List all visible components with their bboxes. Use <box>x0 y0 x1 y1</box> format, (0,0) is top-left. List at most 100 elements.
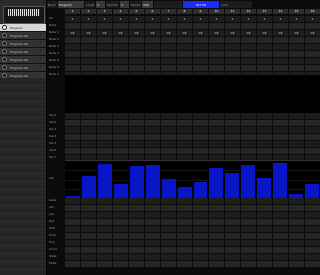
step-cell[interactable] <box>129 219 144 225</box>
step-cell[interactable] <box>161 65 176 71</box>
step-cell[interactable] <box>305 148 320 154</box>
step-cell[interactable] <box>113 23 128 29</box>
column-header[interactable]: 10 <box>209 9 224 14</box>
step-cell[interactable] <box>129 51 144 57</box>
step-cell[interactable] <box>97 23 112 29</box>
step-cell[interactable] <box>193 58 208 64</box>
step-cell[interactable] <box>161 127 176 133</box>
step-cell[interactable] <box>305 261 320 267</box>
step-cell[interactable] <box>257 254 272 260</box>
step-cell[interactable] <box>65 44 80 50</box>
column-header[interactable]: 8 <box>177 9 192 14</box>
step-cell[interactable] <box>289 127 304 133</box>
step-cell[interactable] <box>81 233 96 239</box>
column-header[interactable]: 15 <box>289 9 304 14</box>
step-cell[interactable] <box>305 141 320 147</box>
step-cell[interactable] <box>161 23 176 29</box>
step-cell[interactable] <box>241 233 256 239</box>
velocity-bar[interactable] <box>129 166 144 198</box>
step-cell[interactable] <box>177 120 192 126</box>
step-cell[interactable] <box>305 198 320 204</box>
step-cell[interactable] <box>65 127 80 133</box>
step-cell[interactable] <box>273 120 288 126</box>
tempo-value[interactable]: 120 <box>142 1 153 8</box>
step-cell[interactable] <box>193 254 208 260</box>
step-cell[interactable] <box>273 44 288 50</box>
step-cell[interactable] <box>177 226 192 232</box>
step-cell[interactable] <box>257 233 272 239</box>
step-cell[interactable]: 1 <box>177 16 192 22</box>
step-cell[interactable] <box>273 254 288 260</box>
step-cell[interactable] <box>305 247 320 253</box>
step-cell[interactable] <box>65 65 80 71</box>
step-cell[interactable] <box>241 65 256 71</box>
step-cell[interactable] <box>225 148 240 154</box>
step-cell[interactable] <box>65 219 80 225</box>
step-cell[interactable] <box>305 58 320 64</box>
step-cell[interactable] <box>81 219 96 225</box>
step-cell[interactable] <box>97 65 112 71</box>
step-cell[interactable] <box>161 44 176 50</box>
step-cell[interactable] <box>161 233 176 239</box>
step-cell[interactable] <box>65 212 80 218</box>
step-cell[interactable] <box>241 44 256 50</box>
step-cell[interactable] <box>177 51 192 57</box>
step-cell[interactable] <box>305 37 320 43</box>
automation-lane-empty[interactable] <box>65 74 320 114</box>
step-cell[interactable] <box>177 261 192 267</box>
step-cell[interactable] <box>273 134 288 140</box>
step-cell[interactable] <box>193 240 208 246</box>
step-cell[interactable] <box>113 141 128 147</box>
step-cell[interactable]: C4 <box>273 30 288 36</box>
step-cell[interactable] <box>273 198 288 204</box>
step-cell[interactable] <box>97 198 112 204</box>
step-cell[interactable] <box>289 65 304 71</box>
step-cell[interactable] <box>241 141 256 147</box>
step-cell[interactable] <box>177 65 192 71</box>
step-cell[interactable] <box>241 212 256 218</box>
step-cell[interactable] <box>209 65 224 71</box>
column-header[interactable]: 5 <box>129 9 144 14</box>
step-cell[interactable] <box>81 65 96 71</box>
step-cell[interactable] <box>113 205 128 211</box>
step-cell[interactable]: 1 <box>225 16 240 22</box>
step-cell[interactable] <box>257 51 272 57</box>
step-cell[interactable] <box>145 44 160 50</box>
step-cell[interactable] <box>193 44 208 50</box>
step-cell[interactable]: C4 <box>113 30 128 36</box>
step-cell[interactable] <box>305 205 320 211</box>
step-cell[interactable] <box>305 212 320 218</box>
step-cell[interactable] <box>289 44 304 50</box>
step-cell[interactable] <box>257 198 272 204</box>
column-header[interactable]: 14 <box>273 9 288 14</box>
step-cell[interactable] <box>257 205 272 211</box>
program-list-item[interactable]: Program list <box>0 40 46 48</box>
step-cell[interactable] <box>273 23 288 29</box>
step-cell[interactable] <box>65 198 80 204</box>
step-cell[interactable] <box>289 212 304 218</box>
step-cell[interactable] <box>113 51 128 57</box>
step-cell[interactable]: C4 <box>289 30 304 36</box>
step-cell[interactable] <box>161 148 176 154</box>
column-header[interactable]: 2 <box>81 9 96 14</box>
step-cell[interactable] <box>289 148 304 154</box>
velocity-bar-lane[interactable] <box>65 160 320 198</box>
step-cell[interactable] <box>273 148 288 154</box>
step-cell[interactable] <box>273 261 288 267</box>
step-cell[interactable] <box>177 127 192 133</box>
step-cell[interactable] <box>161 212 176 218</box>
step-cell[interactable] <box>97 120 112 126</box>
velocity-bar[interactable] <box>193 181 208 198</box>
step-cell[interactable] <box>241 37 256 43</box>
step-cell[interactable] <box>305 134 320 140</box>
step-cell[interactable] <box>81 120 96 126</box>
step-cell[interactable] <box>145 254 160 260</box>
step-cell[interactable] <box>193 226 208 232</box>
step-cell[interactable] <box>289 198 304 204</box>
step-cell[interactable] <box>241 113 256 119</box>
step-cell[interactable] <box>129 120 144 126</box>
step-cell[interactable] <box>97 261 112 267</box>
step-cell[interactable] <box>113 226 128 232</box>
step-cell[interactable] <box>225 127 240 133</box>
step-cell[interactable] <box>257 247 272 253</box>
